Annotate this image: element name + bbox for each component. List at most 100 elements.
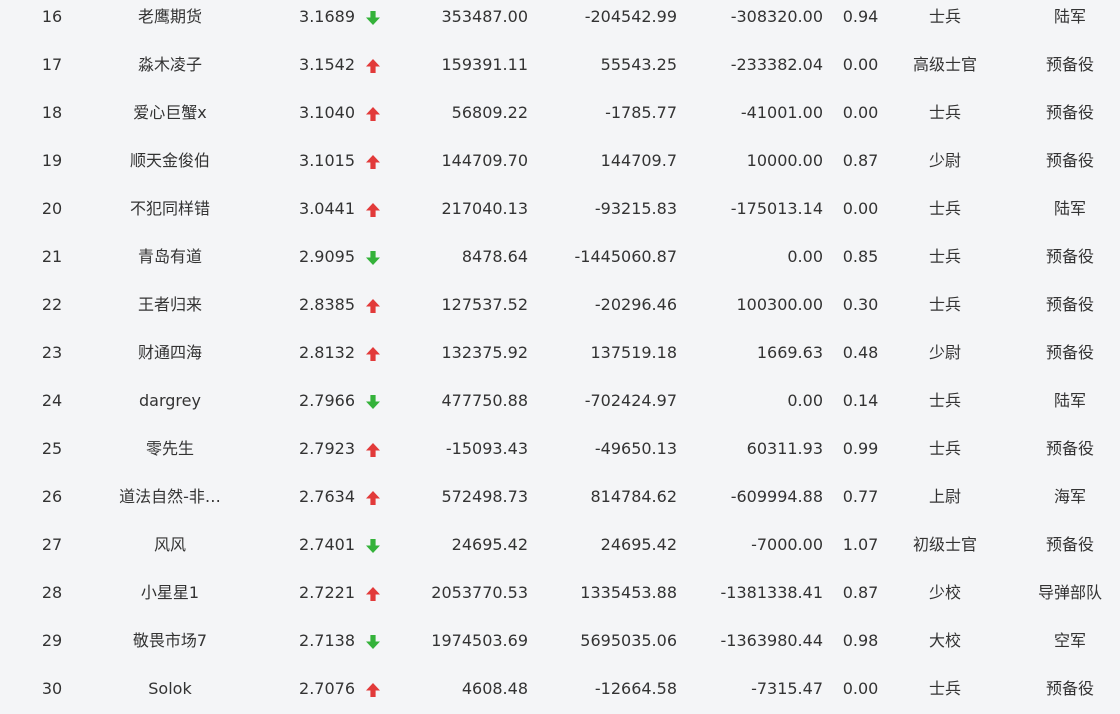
table-row[interactable]: 28 小星星1 2.7221 2053770.53 1335453.88 -1381338… <box>0 569 1120 617</box>
value-1-cell: 4608.48 <box>461 679 528 698</box>
name-cell: 爱心巨蟹x <box>133 103 207 122</box>
name-cell: 风风 <box>153 535 186 554</box>
value-3-cell: -41001.00 <box>740 103 823 122</box>
trend-cell <box>362 425 384 473</box>
rank-title-cell: 士兵 <box>928 247 961 266</box>
trend-cell <box>362 0 384 41</box>
value-2-cell: -93215.83 <box>594 199 677 218</box>
trend-cell <box>362 281 384 329</box>
rank-title-cell: 上尉 <box>928 487 961 506</box>
value-2-cell: -12664.58 <box>594 679 677 698</box>
value-1-cell: 132375.92 <box>441 343 528 362</box>
ratio-cell: 0.00 <box>842 55 879 74</box>
ratio-cell: 0.48 <box>842 343 879 362</box>
trend-cell <box>362 665 384 713</box>
rank-cell: 26 <box>41 487 63 506</box>
arrow-up-icon <box>365 106 381 122</box>
rank-title-cell: 士兵 <box>928 7 961 26</box>
value-2-cell: 24695.42 <box>600 535 677 554</box>
rank-cell: 24 <box>41 391 63 410</box>
table-row[interactable]: 19 顺天金俊伯 3.1015 144709.70 144709.7 10000.00 0.… <box>0 137 1120 185</box>
army-cell: 预备役 <box>1045 343 1094 362</box>
rank-title-cell: 大校 <box>928 631 961 650</box>
rank-cell: 27 <box>41 535 63 554</box>
ratio-cell: 0.14 <box>842 391 879 410</box>
table-row[interactable]: 16 老鹰期货 3.1689 353487.00 -204542.99 -308320.0… <box>0 0 1120 41</box>
army-cell: 陆军 <box>1053 391 1086 410</box>
table-row[interactable]: 30 Solok 2.7076 4608.48 -12664.58 -7315.47 0.0… <box>0 665 1120 713</box>
score-cell: 2.7966 <box>299 391 355 410</box>
army-cell: 陆军 <box>1053 199 1086 218</box>
ratio-cell: 0.00 <box>842 199 879 218</box>
table-row[interactable]: 18 爱心巨蟹x 3.1040 56809.22 -1785.77 -41001.00 0.… <box>0 89 1120 137</box>
rank-cell: 16 <box>41 7 63 26</box>
value-3-cell: 1669.63 <box>756 343 823 362</box>
score-cell: 3.1689 <box>299 7 355 26</box>
army-cell: 陆军 <box>1053 7 1086 26</box>
ratio-cell: 0.99 <box>842 439 879 458</box>
army-cell: 预备役 <box>1045 151 1094 170</box>
table-row[interactable]: 29 敬畏市场7 2.7138 1974503.69 5695035.06 -136398… <box>0 617 1120 665</box>
arrow-down-icon <box>365 634 381 650</box>
arrow-up-icon <box>365 298 381 314</box>
trend-cell <box>362 521 384 569</box>
table-row[interactable]: 20 不犯同样错 3.0441 217040.13 -93215.83 -175013.1… <box>0 185 1120 233</box>
army-cell: 预备役 <box>1045 535 1094 554</box>
score-cell: 3.1542 <box>299 55 355 74</box>
ratio-cell: 0.77 <box>842 487 879 506</box>
rank-title-cell: 高级士官 <box>912 55 977 74</box>
value-3-cell: -7315.47 <box>751 679 823 698</box>
value-1-cell: 353487.00 <box>441 7 528 26</box>
army-cell: 预备役 <box>1045 55 1094 74</box>
arrow-down-icon <box>365 10 381 26</box>
ranking-table: 16 老鹰期货 3.1689 353487.00 -204542.99 -308320.0… <box>0 0 1120 714</box>
value-1-cell: 1974503.69 <box>431 631 528 650</box>
ratio-cell: 0.30 <box>842 295 879 314</box>
table-row[interactable]: 26 道法自然-非… 2.7634 572498.73 814784.62 -609994… <box>0 473 1120 521</box>
table-row[interactable]: 21 青岛有道 2.9095 8478.64 -1445060.87 0.00 0.85 士兵… <box>0 233 1120 281</box>
value-3-cell: 0.00 <box>787 247 823 266</box>
army-cell: 预备役 <box>1045 247 1094 266</box>
table-row[interactable]: 22 王者归来 2.8385 127537.52 -20296.46 100300.00 0… <box>0 281 1120 329</box>
table-row[interactable]: 25 零先生 2.7923 -15093.43 -49650.13 60311.93 0.9… <box>0 425 1120 473</box>
value-1-cell: 56809.22 <box>451 103 528 122</box>
rank-cell: 29 <box>41 631 63 650</box>
value-2-cell: -1785.77 <box>605 103 677 122</box>
table-row[interactable]: 24 dargrey 2.7966 477750.88 -702424.97 0.00 0.… <box>0 377 1120 425</box>
value-2-cell: 137519.18 <box>590 343 677 362</box>
rank-cell: 20 <box>41 199 63 218</box>
value-2-cell: -702424.97 <box>584 391 677 410</box>
table-row[interactable]: 17 淼木凌子 3.1542 159391.11 55543.25 -233382.04 0… <box>0 41 1120 89</box>
arrow-up-icon <box>365 154 381 170</box>
ratio-cell: 0.87 <box>842 151 879 170</box>
rank-cell: 21 <box>41 247 63 266</box>
value-1-cell: 2053770.53 <box>431 583 528 602</box>
trend-cell <box>362 137 384 185</box>
ratio-cell: 0.87 <box>842 583 879 602</box>
rank-title-cell: 士兵 <box>928 439 961 458</box>
rank-title-cell: 少尉 <box>928 151 961 170</box>
table-row[interactable]: 23 财通四海 2.8132 132375.92 137519.18 1669.63 0.4… <box>0 329 1120 377</box>
ratio-cell: 0.98 <box>842 631 879 650</box>
score-cell: 2.8385 <box>299 295 355 314</box>
value-1-cell: -15093.43 <box>445 439 528 458</box>
name-cell: 王者归来 <box>137 295 202 314</box>
name-cell: dargrey <box>139 391 201 410</box>
name-cell: 小星星1 <box>140 583 200 602</box>
army-cell: 预备役 <box>1045 439 1094 458</box>
score-cell: 2.7076 <box>299 679 355 698</box>
score-cell: 2.9095 <box>299 247 355 266</box>
name-cell: 不犯同样错 <box>129 199 210 218</box>
value-3-cell: 60311.93 <box>746 439 823 458</box>
name-cell: 淼木凌子 <box>137 55 202 74</box>
arrow-down-icon <box>365 250 381 266</box>
score-cell: 2.7401 <box>299 535 355 554</box>
rank-cell: 18 <box>41 103 63 122</box>
value-2-cell: 1335453.88 <box>580 583 677 602</box>
rank-title-cell: 士兵 <box>928 679 961 698</box>
value-1-cell: 159391.11 <box>441 55 528 74</box>
trend-cell <box>362 617 384 665</box>
table-row[interactable]: 27 风风 2.7401 24695.42 24695.42 -7000.00 1.07 初级… <box>0 521 1120 569</box>
value-3-cell: -1363980.44 <box>720 631 823 650</box>
rank-title-cell: 士兵 <box>928 391 961 410</box>
